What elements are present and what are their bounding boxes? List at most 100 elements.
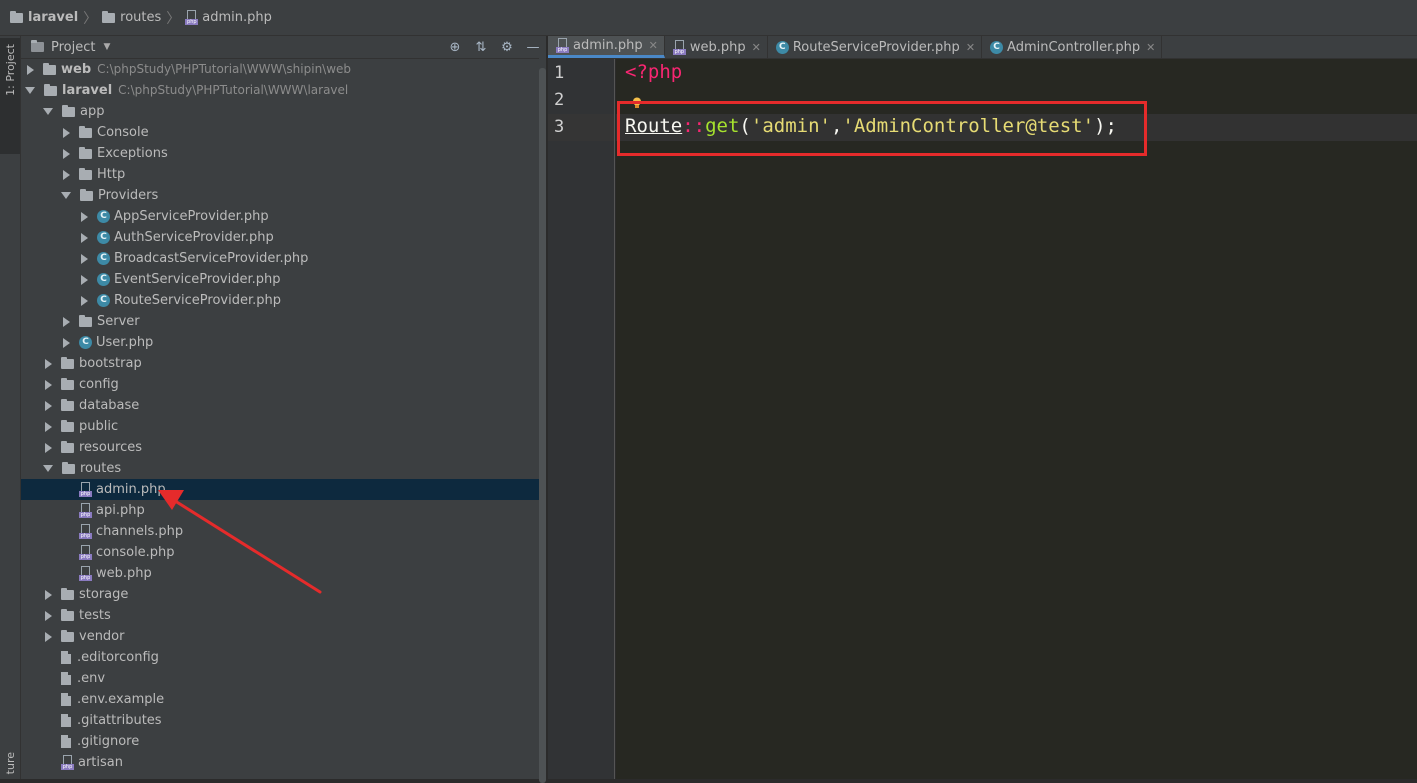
tree-item[interactable]: laravel C:\phpStudy\PHPTutorial\WWW\larav… xyxy=(21,80,546,101)
php-file-icon xyxy=(79,503,92,518)
line-number: 1 xyxy=(554,63,565,83)
hide-icon[interactable]: — xyxy=(520,40,546,55)
tree-item[interactable]: Http xyxy=(21,164,546,185)
php-file-icon xyxy=(61,755,74,770)
tree-item[interactable]: C AuthServiceProvider.php xyxy=(21,227,546,248)
tree-item-path: C:\phpStudy\PHPTutorial\WWW\shipin\web xyxy=(97,62,352,76)
close-icon[interactable]: ✕ xyxy=(966,41,975,54)
tree-item-label: artisan xyxy=(78,755,123,770)
php-file-icon xyxy=(79,482,92,497)
php-file-icon xyxy=(79,566,92,581)
tree-item[interactable]: .env xyxy=(21,668,546,689)
chevron-right-icon[interactable] xyxy=(45,379,52,390)
editor-tab[interactable]: admin.php ✕ xyxy=(548,36,665,58)
tree-item-label: .env xyxy=(77,671,106,686)
tree-item[interactable]: config xyxy=(21,374,546,395)
tree-item[interactable]: Server xyxy=(21,311,546,332)
tree-item[interactable]: routes xyxy=(21,458,546,479)
tree-item-label: AppServiceProvider.php xyxy=(114,209,269,224)
tree-item[interactable]: .gitattributes xyxy=(21,710,546,731)
folder-icon xyxy=(79,146,92,159)
tree-item[interactable]: public xyxy=(21,416,546,437)
tree-item[interactable]: artisan xyxy=(21,752,546,773)
editor-tab[interactable]: C AdminController.php ✕ xyxy=(982,36,1163,58)
chevron-right-icon[interactable] xyxy=(63,316,70,327)
target-icon[interactable]: ⊕ xyxy=(442,40,468,55)
tree-item[interactable]: C BroadcastServiceProvider.php xyxy=(21,248,546,269)
chevron-right-icon[interactable] xyxy=(63,127,70,138)
chevron-right-icon[interactable] xyxy=(45,631,52,642)
tree-item-label: web.php xyxy=(96,566,152,581)
chevron-right-icon[interactable] xyxy=(45,610,52,621)
project-view-selector[interactable]: Project xyxy=(51,40,95,55)
tree-item[interactable]: C AppServiceProvider.php xyxy=(21,206,546,227)
file-icon xyxy=(61,651,71,664)
chevron-down-icon[interactable]: ▼ xyxy=(103,42,110,52)
tree-item[interactable]: resources xyxy=(21,437,546,458)
tree-item[interactable]: app xyxy=(21,101,546,122)
tree-item[interactable]: C User.php xyxy=(21,332,546,353)
folder-icon xyxy=(61,629,74,642)
tree-item[interactable]: C RouteServiceProvider.php xyxy=(21,290,546,311)
chevron-right-icon[interactable] xyxy=(63,337,70,348)
editor-tab[interactable]: C RouteServiceProvider.php ✕ xyxy=(768,36,983,58)
chevron-right-icon[interactable] xyxy=(63,169,70,180)
tree-item[interactable]: Providers xyxy=(21,185,546,206)
tree-item[interactable]: C EventServiceProvider.php xyxy=(21,269,546,290)
project-tree: web C:\phpStudy\PHPTutorial\WWW\shipin\we… xyxy=(21,59,546,773)
chevron-right-icon[interactable] xyxy=(81,274,88,285)
breadcrumb-item[interactable]: laravel xyxy=(10,10,78,25)
collapse-icon[interactable]: ⇅ xyxy=(468,40,494,55)
project-tool-tab-label: 1: Project xyxy=(4,44,17,96)
breadcrumb-item[interactable]: admin.php xyxy=(185,10,272,25)
gear-icon[interactable]: ⚙ xyxy=(494,40,520,55)
chevron-down-icon[interactable] xyxy=(43,465,53,472)
tree-item[interactable]: .editorconfig xyxy=(21,647,546,668)
close-icon[interactable]: ✕ xyxy=(649,39,658,52)
editor-tab[interactable]: web.php ✕ xyxy=(665,36,768,58)
folder-icon xyxy=(44,83,57,96)
tree-item-label: Server xyxy=(97,314,140,329)
breadcrumb-separator-icon: 〉 xyxy=(166,10,181,27)
chevron-down-icon[interactable] xyxy=(61,192,71,199)
structure-tool-tab-label[interactable]: ture xyxy=(4,752,17,774)
close-icon[interactable]: ✕ xyxy=(752,41,761,54)
tree-item[interactable]: tests xyxy=(21,605,546,626)
chevron-right-icon[interactable] xyxy=(45,400,52,411)
tree-item[interactable]: .env.example xyxy=(21,689,546,710)
chevron-down-icon[interactable] xyxy=(43,108,53,115)
php-file-icon xyxy=(556,38,569,53)
chevron-right-icon[interactable] xyxy=(81,253,88,264)
folder-icon xyxy=(61,440,74,453)
close-icon[interactable]: ✕ xyxy=(1146,41,1155,54)
chevron-right-icon[interactable] xyxy=(63,148,70,159)
tree-item[interactable]: bootstrap xyxy=(21,353,546,374)
chevron-right-icon[interactable] xyxy=(45,421,52,432)
chevron-right-icon[interactable] xyxy=(45,358,52,369)
php-class-icon: C xyxy=(97,231,110,244)
project-scrollbar[interactable] xyxy=(539,58,546,783)
tree-item-label: storage xyxy=(79,587,129,602)
tree-item[interactable]: Console xyxy=(21,122,546,143)
tree-item-label: bootstrap xyxy=(79,356,142,371)
tree-item[interactable]: web C:\phpStudy\PHPTutorial\WWW\shipin\we… xyxy=(21,59,546,80)
chevron-right-icon[interactable] xyxy=(45,442,52,453)
chevron-right-icon[interactable] xyxy=(81,295,88,306)
chevron-right-icon[interactable] xyxy=(81,211,88,222)
folder-icon xyxy=(62,461,75,474)
tree-item-label: .gitattributes xyxy=(77,713,162,728)
chevron-right-icon[interactable] xyxy=(45,589,52,600)
tree-item[interactable]: .gitignore xyxy=(21,731,546,752)
chevron-down-icon[interactable] xyxy=(25,87,35,94)
project-tool-tab[interactable]: 1: Project xyxy=(0,38,20,154)
breadcrumb: laravel 〉 routes 〉 admin.php xyxy=(0,0,1417,36)
chevron-right-icon[interactable] xyxy=(27,64,34,75)
tree-item-label: public xyxy=(79,419,119,434)
code-editor[interactable]: <?php Route::get('admin','AdminControlle… xyxy=(616,59,1417,779)
breadcrumb-item[interactable]: routes xyxy=(102,10,161,25)
tree-item[interactable]: vendor xyxy=(21,626,546,647)
chevron-right-icon[interactable] xyxy=(81,232,88,243)
tree-item[interactable]: Exceptions xyxy=(21,143,546,164)
tree-item[interactable]: database xyxy=(21,395,546,416)
code-line-1: <?php xyxy=(625,61,683,83)
